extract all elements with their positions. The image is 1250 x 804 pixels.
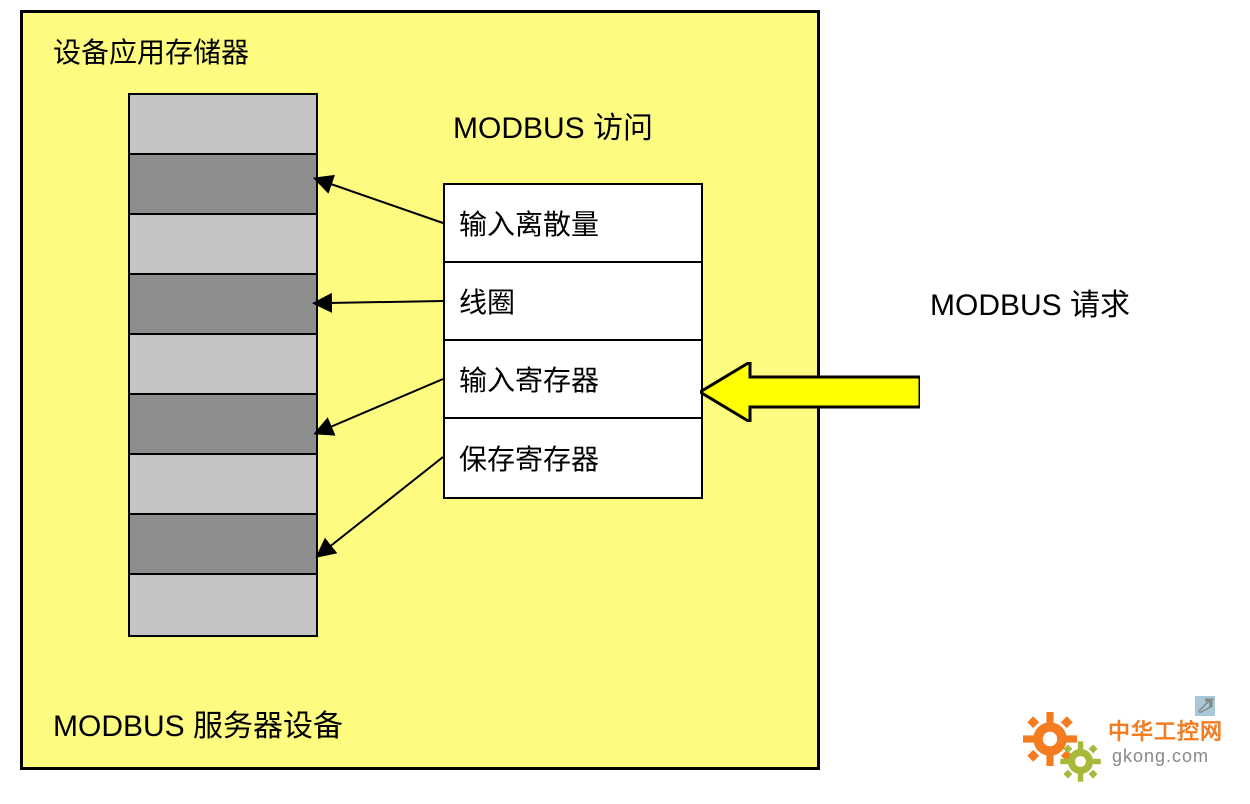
access-row-input-register: 输入寄存器	[445, 341, 701, 419]
mem-cell-7	[130, 515, 316, 575]
mem-cell-5	[130, 395, 316, 455]
modbus-request-label: MODBUS 请求	[930, 280, 1130, 324]
mem-cell-3	[130, 275, 316, 335]
watermark-brand: 中华工控网	[1108, 714, 1223, 746]
mem-cell-6	[130, 455, 316, 515]
watermark-domain: gkong.com	[1112, 746, 1209, 767]
modbus-access-title: MODBUS 访问	[453, 103, 653, 147]
memory-stack	[128, 93, 318, 637]
mem-cell-4	[130, 335, 316, 395]
mem-cell-2	[130, 215, 316, 275]
request-arrow-icon	[700, 362, 920, 422]
gear-small-icon	[1058, 739, 1103, 784]
watermark-logo: 中华工控网 gkong.com	[1020, 704, 1230, 784]
mem-cell-8	[130, 575, 316, 635]
device-memory-title: 设备应用存储器	[53, 31, 249, 71]
modbus-server-label: MODBUS 服务器设备	[53, 701, 343, 745]
mem-cell-0	[130, 95, 316, 155]
access-table: 输入离散量 线圈 输入寄存器 保存寄存器	[443, 183, 703, 499]
access-row-coil: 线圈	[445, 263, 701, 341]
access-row-holding-register: 保存寄存器	[445, 419, 701, 497]
mem-cell-1	[130, 155, 316, 215]
access-row-discrete-input: 输入离散量	[445, 185, 701, 263]
up-arrow-icon	[1195, 696, 1215, 716]
